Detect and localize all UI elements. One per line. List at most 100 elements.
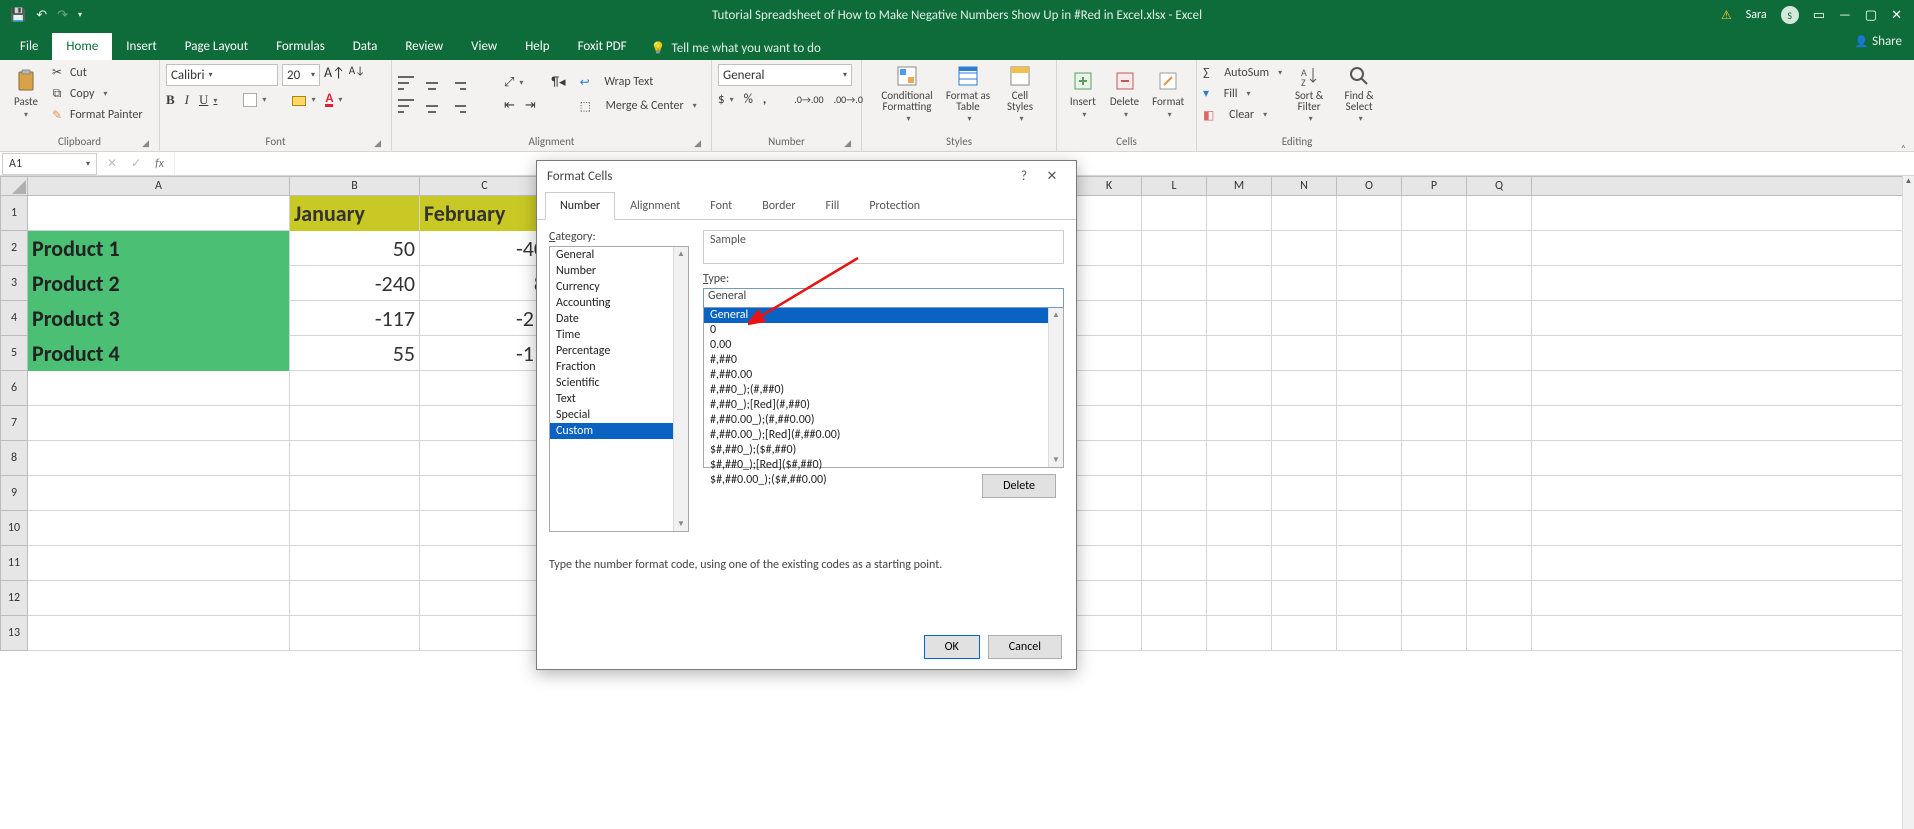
- cell[interactable]: [1207, 616, 1272, 651]
- cell[interactable]: [420, 546, 550, 581]
- save-icon[interactable]: 💾: [10, 8, 26, 23]
- cell[interactable]: [1272, 546, 1337, 581]
- col-L[interactable]: L: [1142, 177, 1207, 195]
- row-7[interactable]: 7: [0, 406, 27, 441]
- cell[interactable]: [1142, 616, 1207, 651]
- wrap-text-button[interactable]: ↩ Wrap Text: [580, 72, 697, 92]
- cell[interactable]: [1467, 196, 1532, 231]
- increase-decimal-icon[interactable]: .0→.00: [794, 93, 823, 106]
- fill-button[interactable]: ▾ Fill: [1203, 85, 1282, 102]
- font-color-button[interactable]: A: [325, 93, 342, 107]
- cell[interactable]: [420, 371, 550, 406]
- category-item[interactable]: Text: [550, 391, 688, 407]
- italic-button[interactable]: I: [185, 92, 189, 108]
- dialog-tab-border[interactable]: Border: [747, 192, 810, 220]
- scroll-down-icon[interactable]: ▼: [677, 519, 685, 529]
- tab-review[interactable]: Review: [391, 33, 457, 60]
- number-format-combo[interactable]: General▾: [718, 64, 852, 86]
- clipboard-launcher-icon[interactable]: ◢: [142, 138, 149, 149]
- cell[interactable]: [1142, 441, 1207, 476]
- cut-button[interactable]: ✂Cut: [50, 64, 143, 81]
- cell[interactable]: [1142, 511, 1207, 546]
- tab-insert[interactable]: Insert: [112, 33, 171, 60]
- cell[interactable]: [1142, 266, 1207, 301]
- cell[interactable]: [1272, 616, 1337, 651]
- cell[interactable]: -117: [290, 301, 420, 336]
- cell[interactable]: [1467, 336, 1532, 371]
- dialog-close-icon[interactable]: ✕: [1038, 169, 1066, 184]
- close-icon[interactable]: ✕: [1891, 8, 1902, 23]
- cancel-button[interactable]: Cancel: [988, 635, 1062, 659]
- cell[interactable]: [28, 196, 290, 231]
- cell[interactable]: [1402, 196, 1467, 231]
- cell[interactable]: [1402, 546, 1467, 581]
- cell[interactable]: [1077, 546, 1142, 581]
- cell[interactable]: [28, 441, 290, 476]
- cell[interactable]: [1337, 231, 1402, 266]
- find-select-button[interactable]: Find &Select: [1336, 64, 1382, 124]
- cell[interactable]: [1207, 266, 1272, 301]
- collapse-ribbon-icon[interactable]: ˄: [1901, 142, 1906, 155]
- cell[interactable]: [28, 511, 290, 546]
- tab-formulas[interactable]: Formulas: [262, 33, 339, 60]
- cell[interactable]: [1337, 441, 1402, 476]
- category-item[interactable]: Accounting: [550, 295, 688, 311]
- cell[interactable]: [420, 581, 550, 616]
- cell[interactable]: [1077, 231, 1142, 266]
- warning-icon[interactable]: ⚠: [1721, 8, 1732, 23]
- cell[interactable]: [1207, 581, 1272, 616]
- category-item[interactable]: Scientific: [550, 375, 688, 391]
- type-item[interactable]: 0: [704, 323, 1063, 338]
- cell[interactable]: [1337, 336, 1402, 371]
- cell[interactable]: [290, 546, 420, 581]
- paste-button[interactable]: Paste ▾: [6, 64, 46, 124]
- cell[interactable]: [1207, 371, 1272, 406]
- cell[interactable]: 8: [420, 266, 550, 301]
- tab-home[interactable]: Home: [52, 33, 112, 60]
- category-item[interactable]: General: [550, 247, 688, 263]
- category-item[interactable]: Percentage: [550, 343, 688, 359]
- scroll-up-icon[interactable]: ▲: [1052, 310, 1060, 320]
- tab-view[interactable]: View: [457, 33, 511, 60]
- cell[interactable]: [290, 406, 420, 441]
- row-11[interactable]: 11: [0, 546, 27, 581]
- cell[interactable]: Product 4: [28, 336, 290, 371]
- tab-data[interactable]: Data: [339, 33, 392, 60]
- row-8[interactable]: 8: [0, 441, 27, 476]
- scroll-up-icon[interactable]: ▲: [677, 249, 685, 259]
- type-item[interactable]: #,##0.00_);[Red](#,##0.00): [704, 428, 1063, 443]
- cell[interactable]: [290, 441, 420, 476]
- font-size-combo[interactable]: 20▾: [282, 64, 320, 86]
- cell[interactable]: [1272, 441, 1337, 476]
- row-9[interactable]: 9: [0, 476, 27, 511]
- cell[interactable]: [1467, 476, 1532, 511]
- cell[interactable]: [1142, 406, 1207, 441]
- cell[interactable]: [1207, 336, 1272, 371]
- font-name-combo[interactable]: Calibri▾: [166, 64, 278, 86]
- ribbon-options-icon[interactable]: ▭: [1813, 8, 1825, 23]
- tab-help[interactable]: Help: [511, 33, 563, 60]
- cell[interactable]: [420, 406, 550, 441]
- type-input[interactable]: General: [703, 288, 1064, 308]
- cell[interactable]: [1467, 266, 1532, 301]
- type-item[interactable]: $#,##0_);[Red]($#,##0): [704, 458, 1063, 473]
- vertical-scrollbar[interactable]: ▲: [1902, 176, 1914, 829]
- cell[interactable]: [1207, 301, 1272, 336]
- cell[interactable]: [1272, 476, 1337, 511]
- cell[interactable]: [420, 441, 550, 476]
- cell[interactable]: [1207, 546, 1272, 581]
- cell[interactable]: [1077, 476, 1142, 511]
- type-item[interactable]: #,##0.00_);(#,##0.00): [704, 413, 1063, 428]
- cell[interactable]: [1337, 581, 1402, 616]
- cell[interactable]: [290, 476, 420, 511]
- dialog-tab-fill[interactable]: Fill: [811, 192, 855, 220]
- cell[interactable]: [1272, 406, 1337, 441]
- tell-me-search[interactable]: Tell me what you want to do: [641, 37, 831, 60]
- cell[interactable]: [1077, 441, 1142, 476]
- decrease-indent-icon[interactable]: ⇤: [504, 98, 515, 113]
- cell[interactable]: [1207, 231, 1272, 266]
- cell[interactable]: [1207, 196, 1272, 231]
- type-item[interactable]: $#,##0.00_);($#,##0.00): [704, 473, 1063, 488]
- conditional-formatting-button[interactable]: ConditionalFormatting: [876, 64, 938, 124]
- cell[interactable]: [28, 406, 290, 441]
